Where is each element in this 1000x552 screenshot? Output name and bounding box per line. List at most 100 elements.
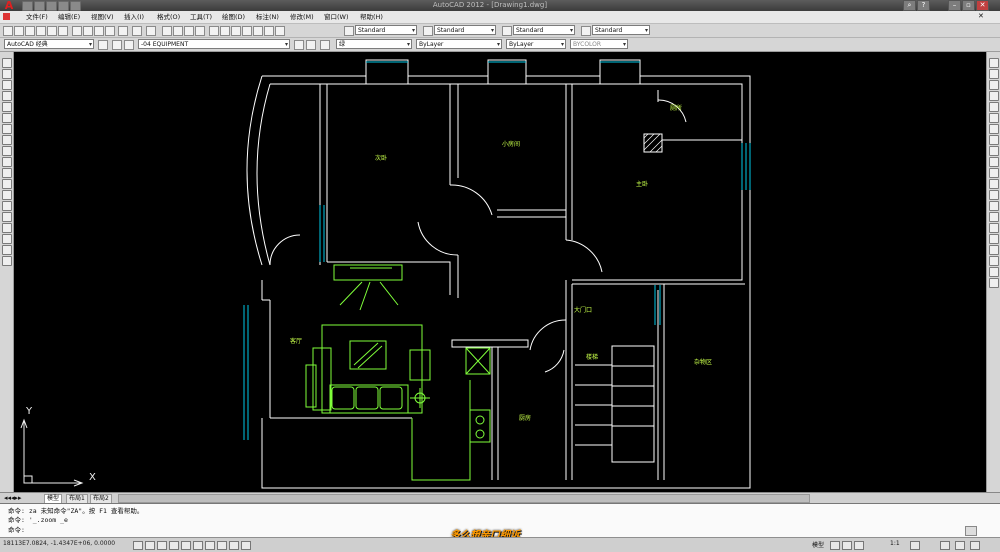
quick-view-icon[interactable] (830, 541, 840, 550)
block-editor-icon[interactable] (118, 26, 128, 36)
preview-icon[interactable] (47, 26, 57, 36)
save-file-icon[interactable] (25, 26, 35, 36)
scale-icon[interactable] (989, 135, 999, 145)
dim-style-select[interactable]: Standard (434, 25, 496, 35)
region-icon[interactable] (2, 234, 12, 244)
mirror-icon[interactable] (989, 80, 999, 90)
layer-manager-icon[interactable] (112, 40, 122, 50)
workspace-settings-icon[interactable] (98, 40, 108, 50)
menu-format[interactable]: 格式(O) (157, 11, 180, 23)
maximize-button[interactable]: ▫ (962, 0, 975, 11)
polygon-icon[interactable] (2, 91, 12, 101)
osnap-icon[interactable] (181, 541, 191, 550)
polar-icon[interactable] (169, 541, 179, 550)
workspace-switch-icon[interactable] (940, 541, 950, 550)
horizontal-scrollbar[interactable] (118, 494, 810, 503)
point-icon[interactable] (2, 201, 12, 211)
rectangle-icon[interactable] (2, 102, 12, 112)
snap-icon[interactable] (133, 541, 143, 550)
app-logo-icon[interactable]: A (2, 0, 16, 11)
otrack-icon[interactable] (193, 541, 203, 550)
send-back-icon[interactable] (989, 267, 999, 277)
rotate-icon[interactable] (989, 124, 999, 134)
menu-draw[interactable]: 绘图(D) (222, 11, 245, 23)
join-icon[interactable] (989, 201, 999, 211)
tpy-icon[interactable] (241, 541, 251, 550)
erase-icon[interactable] (989, 58, 999, 68)
drawing-canvas[interactable]: 次卧 小房间 厕所 主卧 大门口 客厅 楼梯 杂物区 厨房 Y X (14, 52, 986, 492)
table-style-select[interactable]: Standard (513, 25, 575, 35)
extend-icon[interactable] (989, 168, 999, 178)
linetype-select[interactable]: ByLayer (416, 39, 502, 49)
break-point-icon[interactable] (989, 179, 999, 189)
construction-line-icon[interactable] (2, 69, 12, 79)
stretch-icon[interactable] (989, 146, 999, 156)
layer-previous-icon[interactable] (306, 40, 316, 50)
zoom-previous-icon[interactable] (195, 26, 205, 36)
line-icon[interactable] (2, 58, 12, 68)
layer-iso-icon[interactable] (320, 40, 330, 50)
explode-icon[interactable] (989, 234, 999, 244)
quickcalc-icon[interactable] (264, 26, 274, 36)
mtext-icon[interactable] (2, 256, 12, 266)
mleader-style-icon[interactable] (581, 26, 591, 36)
table-style-icon[interactable] (502, 26, 512, 36)
spline-icon[interactable] (2, 146, 12, 156)
trim-icon[interactable] (989, 157, 999, 167)
draworder-icon[interactable] (989, 245, 999, 255)
markup-icon[interactable] (253, 26, 263, 36)
menu-help[interactable]: 帮助(H) (360, 11, 383, 23)
grid-icon[interactable] (145, 541, 155, 550)
bring-front-icon[interactable] (989, 256, 999, 266)
ducs-icon[interactable] (205, 541, 215, 550)
cut-icon[interactable] (72, 26, 82, 36)
dyn-icon[interactable] (217, 541, 227, 550)
help-icon[interactable] (275, 26, 285, 36)
ortho-icon[interactable] (157, 541, 167, 550)
menu-dimension[interactable]: 标注(N) (256, 11, 279, 23)
paste-icon[interactable] (94, 26, 104, 36)
layer-select[interactable]: -04 EQUIPMENT (138, 39, 290, 49)
make-current-icon[interactable] (294, 40, 304, 50)
break-icon[interactable] (989, 190, 999, 200)
save-icon[interactable] (46, 1, 57, 11)
ellipse-icon[interactable] (2, 157, 12, 167)
menu-close-icon[interactable]: ✕ (978, 12, 984, 20)
menu-window[interactable]: 窗口(W) (324, 11, 349, 23)
layer-state-icon[interactable] (124, 40, 134, 50)
coordinate-readout[interactable]: 18113E7.0824, -1.4347E+06, 0.0000 (3, 540, 115, 547)
redo-tool-icon[interactable] (146, 26, 156, 36)
text-style-select[interactable]: Standard (355, 25, 417, 35)
redo-icon[interactable] (70, 1, 81, 11)
qnew-icon[interactable] (3, 26, 13, 36)
gradient-icon[interactable] (2, 223, 12, 233)
revcloud-icon[interactable] (2, 135, 12, 145)
design-center-icon[interactable] (220, 26, 230, 36)
properties-icon[interactable] (209, 26, 219, 36)
ellipse-arc-icon[interactable] (2, 168, 12, 178)
publish-icon[interactable] (58, 26, 68, 36)
doc-icon[interactable] (3, 13, 10, 20)
lock-icon[interactable] (955, 541, 965, 550)
search-icon[interactable]: ⌕ (903, 0, 916, 11)
new-icon[interactable] (22, 1, 33, 11)
undo-icon[interactable] (58, 1, 69, 11)
copy-object-icon[interactable] (989, 69, 999, 79)
fillet-icon[interactable] (989, 223, 999, 233)
zoom-realtime-icon[interactable] (173, 26, 183, 36)
insert-block-icon[interactable] (2, 179, 12, 189)
command-scroll-icon[interactable] (965, 526, 977, 536)
minimize-button[interactable]: – (948, 0, 961, 11)
workspace-select[interactable]: AutoCAD 经典 (4, 39, 94, 49)
menu-tools[interactable]: 工具(T) (190, 11, 212, 23)
menu-modify[interactable]: 修改(M) (290, 11, 314, 23)
circle-icon[interactable] (2, 124, 12, 134)
color-select[interactable]: 绿 (336, 39, 412, 49)
open-icon[interactable] (34, 1, 45, 11)
open-file-icon[interactable] (14, 26, 24, 36)
pan-icon[interactable] (162, 26, 172, 36)
info-icon[interactable]: ? (917, 0, 930, 11)
pan-status-icon[interactable] (842, 541, 852, 550)
undo-tool-icon[interactable] (132, 26, 142, 36)
menu-insert[interactable]: 插入(I) (124, 11, 144, 23)
